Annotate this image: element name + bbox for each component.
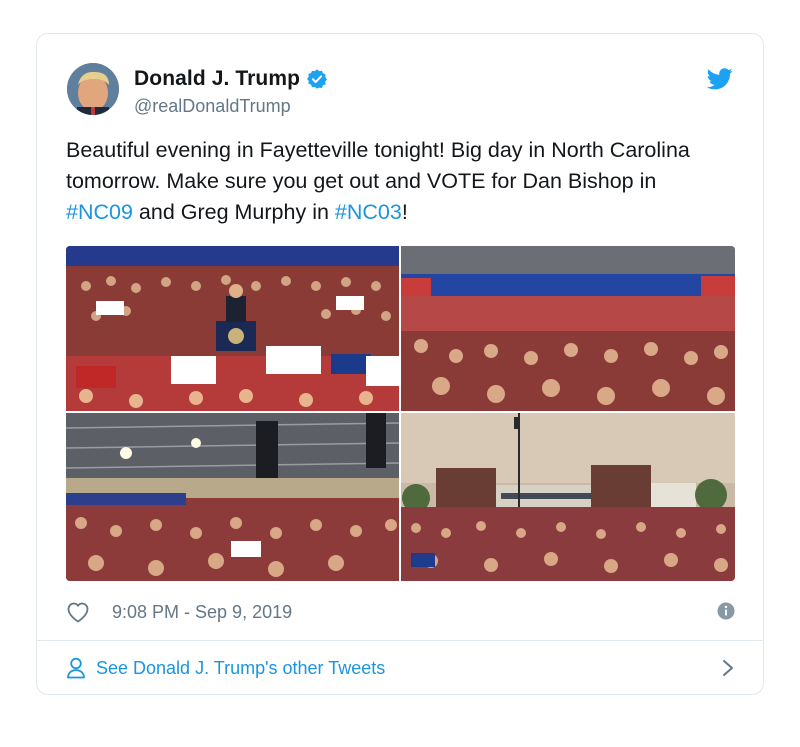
heart-icon[interactable] xyxy=(66,601,90,623)
info-icon[interactable] xyxy=(717,602,735,620)
footer-divider xyxy=(37,640,763,641)
rally-photo-arena-crowd[interactable] xyxy=(401,246,735,411)
tweet-text-part: and Greg Murphy in xyxy=(132,200,335,224)
tweet-text-part: ! xyxy=(401,200,408,224)
see-other-tweets-link[interactable]: See Donald J. Trump's other Tweets xyxy=(66,654,735,682)
see-other-tweets-label[interactable]: See Donald J. Trump's other Tweets xyxy=(96,658,385,679)
person-icon xyxy=(67,657,85,679)
rally-photo-stage[interactable] xyxy=(66,246,399,411)
hashtag-link-nc09[interactable]: #NC09 xyxy=(66,200,133,224)
embedded-tweet-card: Donald J. Trump @realDonaldTrump Beautif… xyxy=(36,33,764,695)
hashtag-link-nc03[interactable]: #NC03 xyxy=(335,200,402,224)
display-name[interactable]: Donald J. Trump xyxy=(134,67,300,91)
photo-grid xyxy=(66,246,735,581)
avatar[interactable] xyxy=(67,63,119,115)
rally-photo-outdoor-crowd[interactable] xyxy=(401,413,735,581)
tweet-footer: 9:08 PM - Sep 9, 2019 xyxy=(66,597,735,627)
twitter-bird-icon[interactable] xyxy=(707,68,733,90)
tweet-text-part: Beautiful evening in Fayetteville tonigh… xyxy=(66,138,690,193)
tweet-timestamp[interactable]: 9:08 PM - Sep 9, 2019 xyxy=(112,602,292,623)
user-handle[interactable]: @realDonaldTrump xyxy=(134,96,291,117)
verified-badge-icon xyxy=(307,69,328,89)
chevron-right-icon[interactable] xyxy=(721,658,735,678)
rally-photo-arena-wide[interactable] xyxy=(66,413,399,581)
tweet-text: Beautiful evening in Fayetteville tonigh… xyxy=(66,135,726,228)
avatar-image xyxy=(67,63,119,115)
